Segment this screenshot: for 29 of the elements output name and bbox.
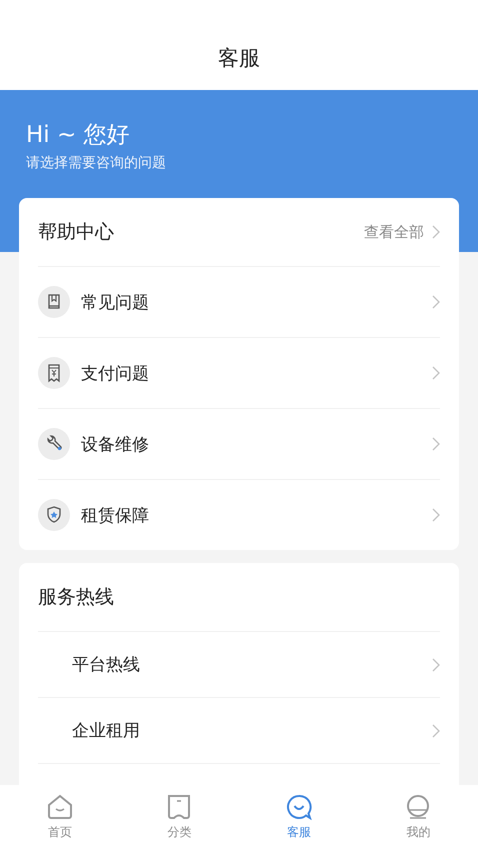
chevron-icon: [432, 295, 440, 309]
tab[interactable]: 我的: [358, 785, 478, 850]
help-item[interactable]: 支付问题: [38, 338, 440, 409]
chevron-icon: [432, 508, 440, 522]
chevron-icon: [432, 366, 440, 380]
profile-icon: [405, 794, 432, 820]
section-title: 帮助中心: [38, 220, 114, 245]
hotline-item[interactable]: 企业租用: [38, 698, 440, 764]
book-icon: [38, 286, 70, 318]
chat-bubble-icon: [286, 794, 312, 820]
home-icon: [46, 794, 73, 820]
shield-icon: [38, 499, 70, 531]
page-title: 客服: [218, 45, 260, 72]
tab[interactable]: 客服: [239, 785, 358, 850]
chevron-icon: [432, 724, 440, 738]
section-title: 服务热线: [38, 585, 114, 610]
bookmark-icon: [166, 794, 192, 820]
view-all-link[interactable]: 查看全部: [364, 222, 440, 242]
help-item[interactable]: 设备维修: [38, 409, 440, 480]
chevron-icon: [432, 437, 440, 451]
receipt-icon: [38, 357, 70, 389]
chevron-icon: [432, 658, 440, 672]
greeting: Hi ~ 您好: [26, 121, 130, 150]
help-item[interactable]: 租赁保障: [38, 480, 440, 550]
hotline-item[interactable]: 平台热线: [38, 632, 440, 698]
wrench-icon: [38, 428, 70, 460]
chevron-icon: [432, 225, 440, 239]
banner-subtitle: 请选择需要咨询的问题: [26, 154, 166, 172]
help-item[interactable]: 常见问题: [38, 267, 440, 338]
